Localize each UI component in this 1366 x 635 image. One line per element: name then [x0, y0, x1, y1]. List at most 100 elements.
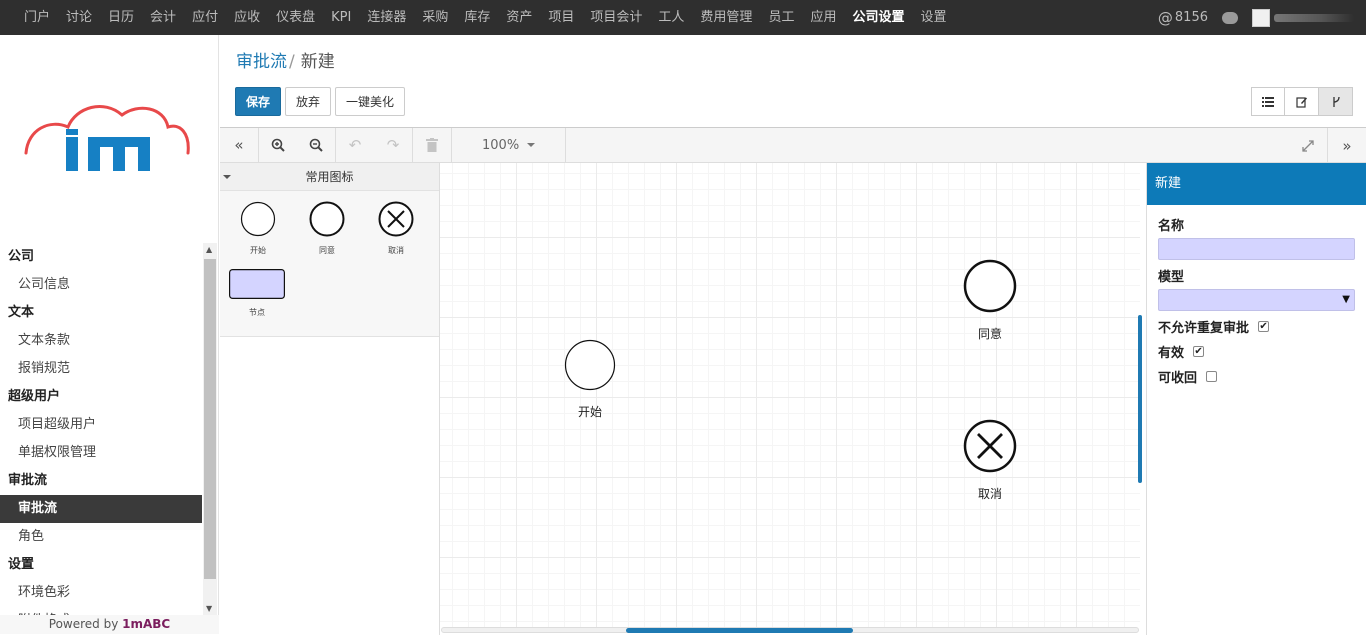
recallable-row: 可收回	[1147, 367, 1366, 386]
start-circle-icon	[564, 339, 616, 391]
nav-purchase[interactable]: 采购	[414, 0, 456, 35]
save-button[interactable]: 保存	[235, 87, 282, 116]
powered-by: Powered by 1mABC	[0, 615, 219, 634]
valid-row: 有效 ✔	[1147, 342, 1366, 361]
collapse-right-button[interactable]: »	[1328, 128, 1366, 163]
nav-payable[interactable]: 应付	[184, 0, 226, 35]
sidebar-scrollbar[interactable]: ▲ ▼	[203, 243, 217, 615]
sidebar-item-doc-permissions[interactable]: 单据权限管理	[0, 439, 202, 467]
sidebar-item-approval-flow[interactable]: 审批流	[0, 495, 202, 523]
user-menu[interactable]	[1252, 8, 1354, 27]
no-repeat-row: 不允许重复审批 ✔	[1147, 317, 1366, 336]
beautify-button[interactable]: 一键美化	[335, 87, 406, 116]
valid-label: 有效	[1158, 346, 1185, 361]
mention-count: 8156	[1174, 10, 1208, 25]
canvas-agree-label: 同意	[977, 327, 1002, 341]
discard-button[interactable]: 放弃	[285, 87, 332, 116]
canvas-agree-node[interactable]: 同意	[963, 259, 1017, 342]
palette-node-shape[interactable]: 节点	[229, 269, 285, 318]
sidebar-item-attachment-format[interactable]: 附件格式	[0, 607, 202, 615]
sidebar-item-roles[interactable]: 角色	[0, 523, 202, 551]
fullscreen-button[interactable]	[1289, 128, 1327, 163]
collapse-left-button[interactable]: «	[220, 128, 258, 163]
nav-kpi[interactable]: KPI	[323, 0, 359, 35]
palette-header[interactable]: 常用图标	[220, 163, 439, 191]
sidebar-scroll-thumb[interactable]	[204, 259, 216, 579]
flow-view-button[interactable]	[1319, 87, 1353, 116]
nav-assets[interactable]: 资产	[498, 0, 540, 35]
start-circle-icon	[240, 201, 276, 237]
nav-expense[interactable]: 费用管理	[692, 0, 760, 35]
top-right-area: @ 8156	[1158, 0, 1366, 35]
palette-agree-shape[interactable]: 同意	[309, 201, 345, 256]
nav-company-settings[interactable]: 公司设置	[844, 0, 912, 35]
undo-icon: ↶	[348, 136, 362, 154]
view-switcher	[1251, 87, 1353, 116]
user-name-blurred	[1274, 13, 1354, 22]
name-label: 名称	[1158, 219, 1185, 234]
cancel-circle-icon	[378, 201, 414, 237]
scroll-up-icon[interactable]: ▲	[206, 245, 212, 254]
model-select[interactable]: ▼	[1158, 289, 1355, 311]
zoom-level: 100%	[482, 137, 520, 153]
nav-employees[interactable]: 员工	[760, 0, 802, 35]
canvas-start-node[interactable]: 开始	[564, 339, 616, 420]
delete-button[interactable]	[413, 128, 451, 163]
sidebar-item-expense-rules[interactable]: 报销规范	[0, 355, 202, 383]
zoom-select[interactable]: 100%	[452, 128, 565, 163]
nav-portal[interactable]: 门户	[16, 0, 58, 35]
nav-dashboard[interactable]: 仪表盘	[268, 0, 323, 35]
valid-checkbox[interactable]: ✔	[1193, 346, 1205, 357]
zoom-out-icon	[309, 138, 323, 152]
side-group-text: 文本	[8, 305, 35, 320]
chat-icon[interactable]	[1222, 11, 1238, 24]
chevron-down-icon	[527, 143, 536, 151]
avatar	[1252, 8, 1270, 27]
undo-button[interactable]: ↶	[336, 128, 374, 163]
nav-receivable[interactable]: 应收	[226, 0, 268, 35]
top-navbar: 门户 讨论 日历 会计 应付 应收 仪表盘 KPI 连接器 采购 库存 资产 项…	[0, 0, 1366, 35]
palette-cancel-shape[interactable]: 取消	[378, 201, 414, 256]
powered-brand[interactable]: 1mABC	[122, 617, 170, 631]
canvas-cancel-node[interactable]: 取消	[963, 419, 1017, 502]
mention-counter[interactable]: @ 8156	[1158, 9, 1208, 27]
agree-circle-icon	[309, 201, 345, 237]
palette-start-shape[interactable]: 开始	[240, 201, 276, 256]
sidebar-item-theme-color[interactable]: 环境色彩	[0, 579, 202, 607]
sidebar-item-company-info[interactable]: 公司信息	[0, 271, 202, 299]
nav-project-accounting[interactable]: 项目会计	[582, 0, 650, 35]
nav-apps[interactable]: 应用	[802, 0, 844, 35]
cancel-circle-icon	[963, 419, 1017, 473]
list-view-button[interactable]	[1251, 87, 1285, 116]
palette-node-label: 节点	[249, 308, 265, 317]
recallable-checkbox[interactable]	[1206, 371, 1218, 382]
palette-start-label: 开始	[250, 246, 266, 255]
nav-inventory[interactable]: 库存	[456, 0, 498, 35]
canvas-vertical-scrollbar[interactable]	[1138, 315, 1142, 483]
nav-accounting[interactable]: 会计	[142, 0, 184, 35]
sidebar-item-text-terms[interactable]: 文本条款	[0, 327, 202, 355]
scroll-down-icon[interactable]: ▼	[206, 604, 212, 613]
no-repeat-checkbox[interactable]: ✔	[1258, 321, 1270, 332]
sidebar: 公司 公司信息 文本 文本条款 报销规范 超级用户 项目超级用户 单据权限管理 …	[0, 35, 219, 634]
nav-workers[interactable]: 工人	[650, 0, 692, 35]
canvas-horizontal-scrollbar[interactable]	[626, 628, 853, 633]
side-group-approval: 审批流	[8, 473, 48, 488]
redo-icon: ↷	[386, 136, 400, 154]
list-icon	[1262, 96, 1274, 107]
name-field[interactable]	[1158, 238, 1355, 260]
zoom-in-button[interactable]	[259, 128, 297, 163]
flow-canvas[interactable]: 开始 同意 取消	[440, 163, 1140, 628]
nav-project[interactable]: 项目	[540, 0, 582, 35]
redo-button[interactable]: ↷	[374, 128, 412, 163]
breadcrumb-parent[interactable]: 审批流	[236, 52, 287, 72]
nav-calendar[interactable]: 日历	[100, 0, 142, 35]
zoom-out-button[interactable]	[297, 128, 335, 163]
node-rect-icon	[229, 269, 285, 299]
properties-title: 新建	[1147, 163, 1366, 205]
sidebar-item-project-superuser[interactable]: 项目超级用户	[0, 411, 202, 439]
nav-connector[interactable]: 连接器	[359, 0, 414, 35]
form-view-button[interactable]	[1285, 87, 1319, 116]
nav-discuss[interactable]: 讨论	[58, 0, 100, 35]
nav-settings[interactable]: 设置	[912, 0, 954, 35]
